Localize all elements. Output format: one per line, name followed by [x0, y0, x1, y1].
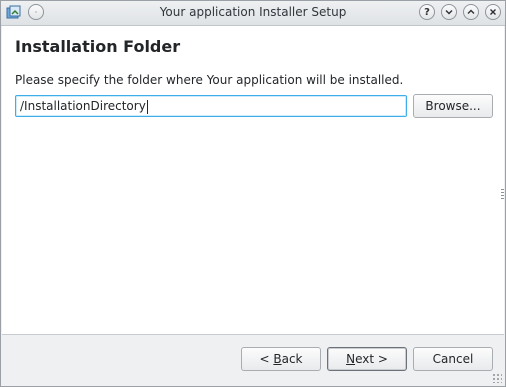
- next-button-label: ext >: [355, 352, 388, 366]
- back-button-arrow: <: [259, 352, 274, 366]
- page-description: Please specify the folder where Your app…: [15, 73, 404, 87]
- back-button-accelerator: B: [273, 352, 282, 366]
- next-button[interactable]: Next >: [327, 347, 407, 371]
- maximize-button[interactable]: [463, 4, 479, 20]
- help-icon: ?: [424, 6, 430, 18]
- text-caret: [146, 99, 148, 114]
- installation-path-input[interactable]: /InstallationDirectory: [15, 95, 407, 117]
- close-icon: [490, 9, 496, 15]
- title-bar[interactable]: · Your application Installer Setup ?: [1, 1, 505, 26]
- help-button[interactable]: ?: [419, 4, 435, 20]
- chevron-up-icon: [467, 9, 475, 14]
- next-button-accelerator: N: [346, 352, 356, 366]
- minimize-button[interactable]: [441, 4, 457, 20]
- installation-path-value: /InstallationDirectory: [20, 99, 146, 113]
- side-resize-handle[interactable]: [501, 189, 504, 201]
- close-button[interactable]: [485, 4, 501, 20]
- cancel-button[interactable]: Cancel: [413, 347, 493, 371]
- page-title: Installation Folder: [15, 37, 181, 56]
- back-button-label: ack: [281, 352, 303, 366]
- chevron-down-icon: [445, 10, 453, 15]
- installer-window: · Your application Installer Setup ? Ins…: [0, 0, 506, 387]
- browse-button[interactable]: Browse...: [413, 94, 493, 118]
- resize-grip[interactable]: [492, 373, 502, 383]
- cancel-button-label: Cancel: [432, 352, 474, 366]
- wizard-page: Installation Folder Please specify the f…: [2, 26, 504, 334]
- title-bar-right-controls: ?: [419, 4, 501, 20]
- browse-button-label: Browse...: [425, 99, 481, 113]
- footer-separator: [2, 334, 504, 335]
- back-button[interactable]: < Back: [241, 347, 321, 371]
